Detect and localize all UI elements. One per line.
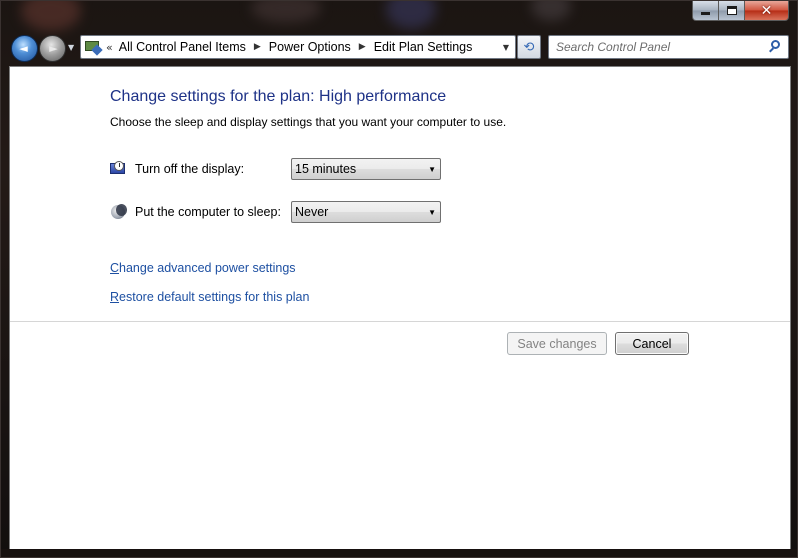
cancel-button[interactable]: Cancel [615, 332, 689, 355]
control-panel-power-icon [84, 39, 103, 56]
close-button[interactable]: ✕ [745, 1, 789, 21]
control-panel-window: ✕ ◄ ► ▼ « All Control Panel Items ▶ Powe… [0, 0, 798, 558]
minimize-icon [701, 12, 710, 15]
display-timeout-value: 15 minutes [295, 162, 357, 176]
back-arrow-icon: ◄ [19, 42, 28, 55]
sleep-timeout-select[interactable]: Never ▼ [291, 201, 441, 223]
back-button[interactable]: ◄ [11, 35, 38, 62]
refresh-button[interactable]: ⟲ [517, 35, 541, 59]
breadcrumb-separator-icon[interactable]: ▶ [359, 42, 366, 52]
breadcrumb-separator-icon[interactable]: ▶ [254, 42, 261, 52]
search-icon[interactable] [768, 40, 782, 54]
wallpaper-glow [386, 1, 436, 29]
display-timer-icon [110, 161, 126, 177]
minimize-button[interactable] [692, 1, 719, 21]
maximize-icon [726, 6, 737, 15]
link-accesskey: C [110, 261, 120, 275]
caption-buttons: ✕ [692, 1, 789, 21]
breadcrumb-edit-plan-settings[interactable]: Edit Plan Settings [374, 40, 473, 54]
wallpaper-glow [251, 1, 321, 23]
display-setting-label: Turn off the display: [135, 162, 245, 176]
chevron-down-icon: ▼ [428, 207, 436, 217]
save-changes-button[interactable]: Save changes [507, 332, 607, 355]
breadcrumb-power-options[interactable]: Power Options [269, 40, 351, 54]
sleep-moon-icon [110, 204, 127, 220]
maximize-button[interactable] [719, 1, 745, 21]
setting-row-display: Turn off the display: 15 minutes ▼ [110, 158, 441, 180]
forward-button[interactable]: ► [39, 35, 66, 62]
address-history-dropdown-icon[interactable]: ▼ [497, 36, 515, 58]
recent-pages-dropdown-icon[interactable]: ▼ [68, 43, 74, 52]
restore-default-settings-link[interactable]: Restore default settings for this plan [110, 290, 309, 304]
forward-arrow-icon: ► [49, 42, 58, 55]
display-timeout-select[interactable]: 15 minutes ▼ [291, 158, 441, 180]
sleep-timeout-value: Never [295, 205, 329, 219]
address-bar[interactable]: « All Control Panel Items ▶ Power Option… [80, 35, 516, 59]
window-bottom-frame [1, 549, 797, 557]
sleep-setting-label: Put the computer to sleep: [135, 205, 281, 219]
page-title: Change settings for the plan: High perfo… [110, 88, 447, 105]
wallpaper-glow [21, 1, 81, 31]
refresh-icon: ⟲ [523, 39, 535, 55]
breadcrumb-all-control-panel-items[interactable]: All Control Panel Items [119, 40, 246, 54]
close-icon: ✕ [760, 2, 773, 19]
content-pane: Change settings for the plan: High perfo… [9, 66, 791, 551]
chevron-down-icon: ▼ [428, 164, 436, 174]
wallpaper-glow [531, 1, 571, 21]
page-subtitle: Choose the sleep and display settings th… [110, 115, 507, 129]
link-text: estore default settings for this plan [119, 290, 310, 304]
search-input[interactable] [556, 40, 766, 54]
setting-row-sleep: Put the computer to sleep: Never ▼ [110, 201, 441, 223]
address-overflow-icon[interactable]: « [106, 41, 113, 54]
search-box[interactable] [548, 35, 789, 59]
link-accesskey: R [110, 290, 120, 304]
link-text: hange advanced power settings [119, 261, 296, 275]
divider [10, 321, 790, 322]
change-advanced-power-settings-link[interactable]: Change advanced power settings [110, 261, 296, 275]
